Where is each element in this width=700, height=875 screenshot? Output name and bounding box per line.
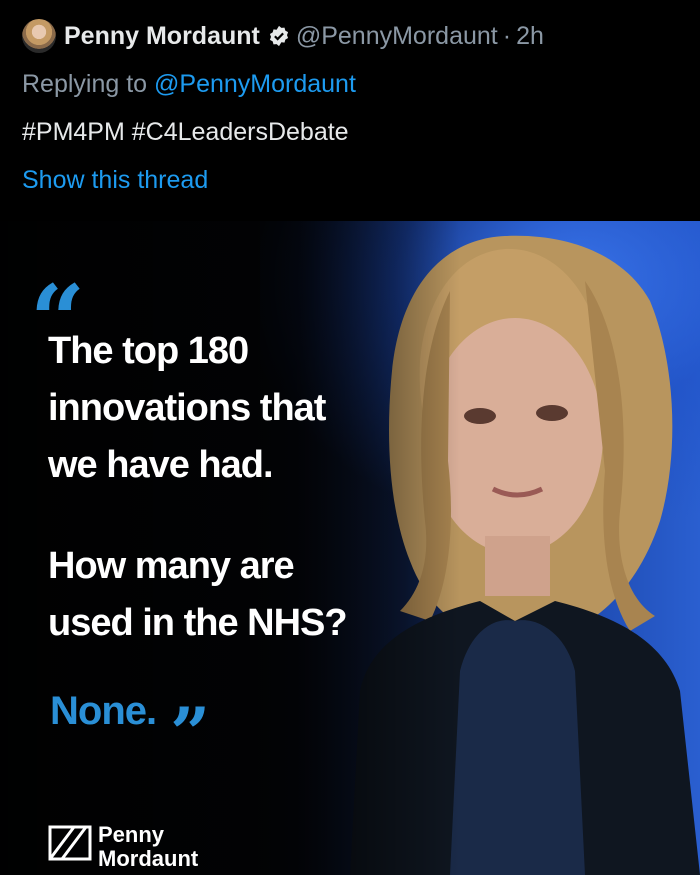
brand-name-line: Penny [98, 822, 165, 847]
show-thread-link[interactable]: Show this thread [22, 166, 208, 195]
brand-name-line: Mordaunt [98, 846, 199, 871]
quote-text: The top 180 innovations that we have had… [48, 323, 468, 494]
question-line: How many are [48, 545, 295, 587]
close-quote-icon: ” [170, 692, 211, 775]
timestamp[interactable]: 2h [516, 22, 544, 51]
avatar[interactable] [22, 19, 56, 53]
author-name[interactable]: Penny Mordaunt [64, 22, 260, 51]
question-text: How many are used in the NHS? [48, 538, 468, 652]
tweet-hashtags[interactable]: #PM4PM #C4LeadersDebate [22, 118, 349, 147]
separator-dot: · [502, 21, 512, 50]
brand-logo: Penny Mordaunt [48, 823, 198, 871]
question-line: used in the NHS? [48, 602, 348, 644]
quote-line: we have had. [48, 444, 274, 486]
replying-to: Replying to @PennyMordaunt [22, 70, 356, 99]
author-handle[interactable]: @PennyMordaunt [296, 22, 498, 51]
pm-logo-icon [48, 825, 92, 861]
verified-badge-icon [269, 25, 288, 47]
author-row: Penny Mordaunt @PennyMordaunt · 2h [22, 18, 544, 54]
reply-mention-link[interactable]: @PennyMordaunt [154, 70, 356, 98]
quote-line: innovations that [48, 387, 326, 429]
tweet-media-image[interactable]: “ The top 180 innovations that we have h… [0, 221, 700, 875]
brand-name: Penny Mordaunt [98, 823, 198, 871]
tweet-header: Penny Mordaunt @PennyMordaunt · 2h Reply… [0, 0, 700, 220]
answer-text: None. [50, 689, 157, 733]
replying-prefix: Replying to [22, 70, 148, 98]
quote-line: The top 180 [48, 330, 249, 372]
